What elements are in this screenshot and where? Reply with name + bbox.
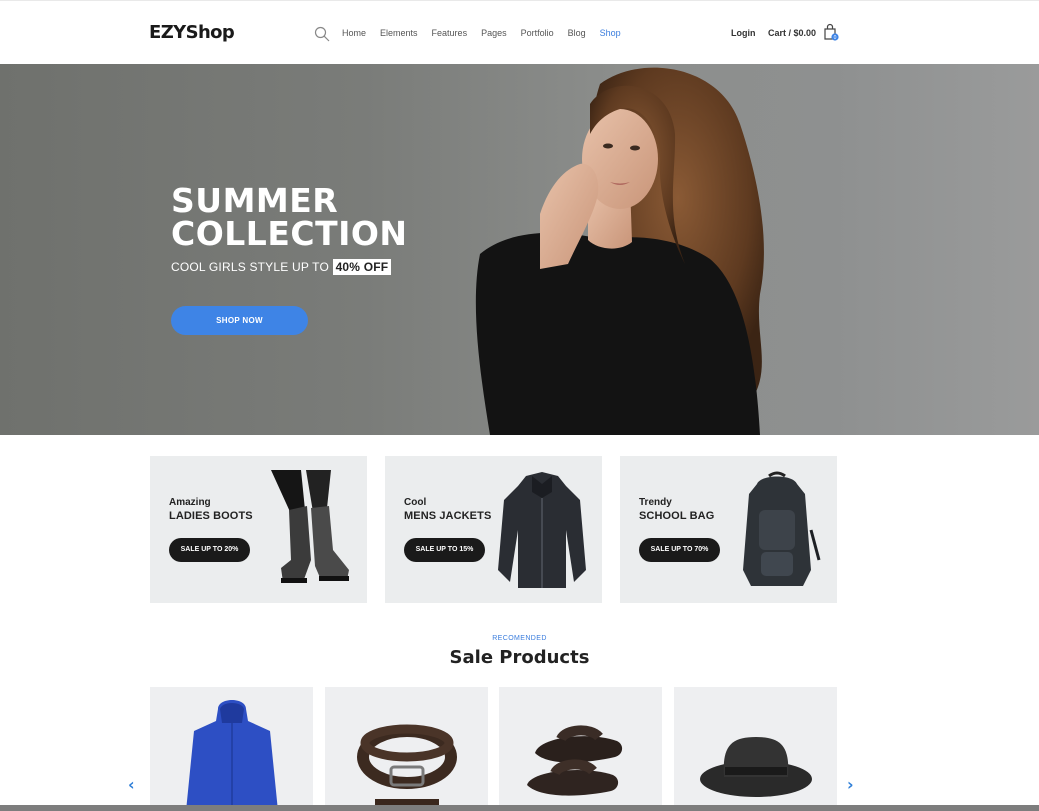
nav-item-shop[interactable]: Shop [600,28,621,38]
nav-item-blog[interactable]: Blog [568,28,586,38]
nav-item-features[interactable]: Features [432,28,468,38]
nav-item-pages[interactable]: Pages [481,28,507,38]
promo-title: SCHOOL BAG [639,510,715,522]
product-card-belt[interactable] [325,687,488,811]
cart-link[interactable]: Cart / $0.00 [768,28,816,38]
promo-sale-button[interactable]: SALE UP TO 15% [404,538,485,562]
jacket-image [498,472,586,588]
product-card-hat[interactable] [674,687,837,811]
sandals-image [527,725,623,796]
promo-card-boots[interactable]: Amazing LADIES BOOTS SALE UP TO 20% [150,456,367,603]
shopping-bag-icon[interactable]: 0 [823,23,839,42]
promo-sale-button[interactable]: SALE UP TO 20% [169,538,250,562]
product-card-sandals[interactable] [499,687,662,811]
belt-image [357,724,457,811]
hero-title-line1: SUMMER [171,181,339,220]
promo-card-bags[interactable]: Trendy SCHOOL BAG SALE UP TO 70% [620,456,837,603]
promo-card-jackets[interactable]: Cool MENS JACKETS SALE UP TO 15% [385,456,602,603]
hero-title: SUMMER COLLECTION [171,184,408,250]
product-card-hoodie[interactable] [150,687,313,811]
hero-subtitle: COOL GIRLS STYLE UP TO 40% OFF [171,259,392,275]
hero-subtitle-text: COOL GIRLS STYLE UP TO [171,260,330,274]
logo[interactable]: EZYShop [149,22,235,43]
hero-banner: SUMMER COLLECTION COOL GIRLS STYLE UP TO… [0,64,1039,435]
discount-highlight: 40% OFF [332,259,392,275]
nav-item-elements[interactable]: Elements [380,28,418,38]
cart-count-badge: 0 [834,35,837,41]
window-bottom-edge [0,805,1039,811]
carousel-prev-arrow-icon[interactable]: ‹ [128,775,135,794]
promo-kicker: Amazing [169,497,211,508]
promo-kicker: Cool [404,497,427,508]
promo-sale-button[interactable]: SALE UP TO 70% [639,538,720,562]
main-nav: Home Elements Features Pages Portfolio B… [342,28,635,38]
hoodie-image [186,700,278,811]
hero-title-line2: COLLECTION [171,214,408,253]
site-header: EZYShop Home Elements Features Pages Por… [0,0,1039,64]
carousel-next-arrow-icon[interactable]: › [847,775,854,794]
promo-title: MENS JACKETS [404,510,492,522]
promo-title: LADIES BOOTS [169,510,253,522]
model-photo [475,67,764,435]
nav-item-home[interactable]: Home [342,28,366,38]
search-icon[interactable] [314,26,330,42]
section-kicker: RECOMENDED [492,635,547,642]
section-title: Sale Products [449,647,590,668]
promo-kicker: Trendy [639,497,672,508]
backpack-image [743,471,821,586]
login-link[interactable]: Login [731,28,756,38]
shop-now-button[interactable]: SHOP NOW [171,306,308,335]
boots-image [271,470,349,583]
nav-item-portfolio[interactable]: Portfolio [521,28,554,38]
hat-image [700,737,812,797]
